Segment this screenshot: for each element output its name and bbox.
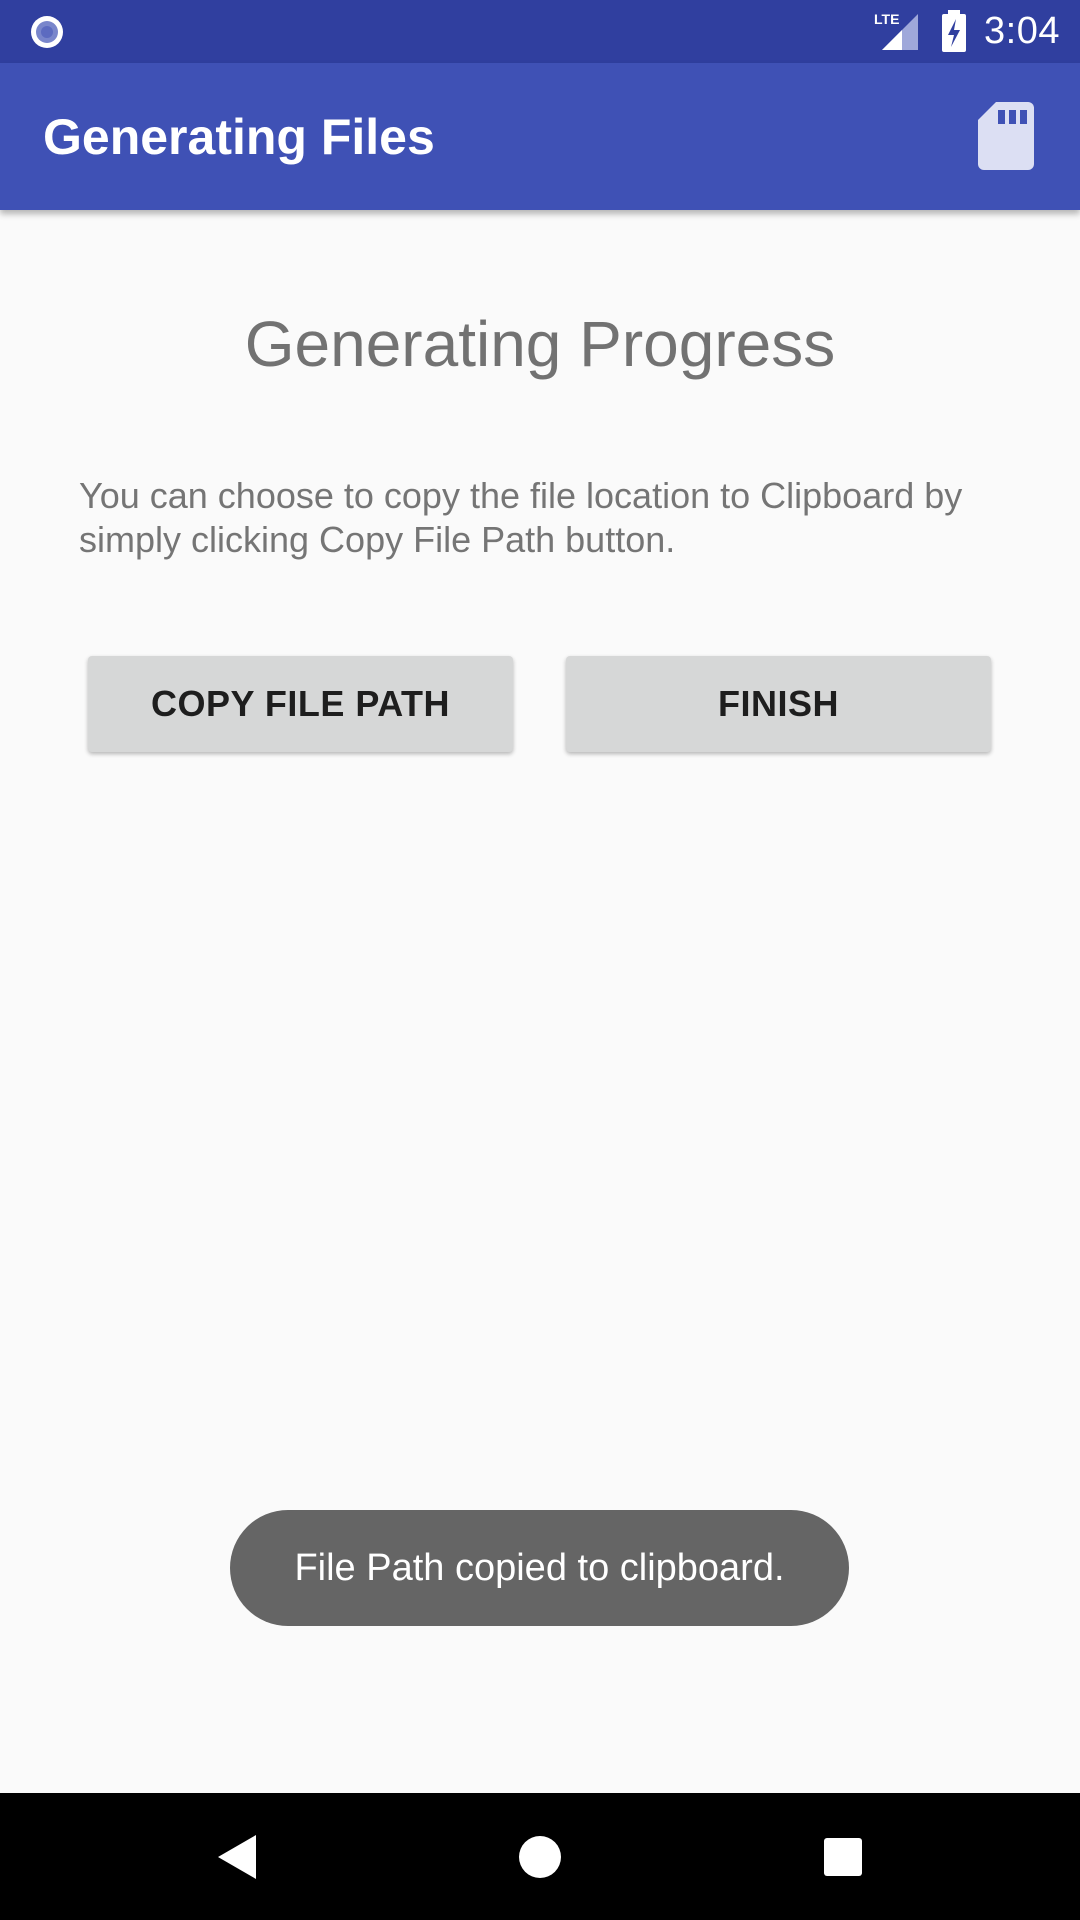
sd-card-icon[interactable] (976, 100, 1036, 172)
copy-file-path-button[interactable]: COPY FILE PATH (88, 656, 513, 752)
lte-signal-icon: LTE (874, 11, 918, 50)
toast-message: File Path copied to clipboard. (230, 1510, 849, 1626)
page-title: Generating Progress (244, 308, 836, 380)
app-bar: Generating Files (0, 63, 1080, 210)
recents-icon[interactable] (823, 1837, 863, 1877)
description-text: You can choose to copy the file location… (79, 475, 963, 560)
status-bar: LTE 3:04 (0, 0, 1080, 63)
finish-button[interactable]: FINISH (566, 656, 991, 752)
navigation-bar (0, 1793, 1080, 1920)
back-icon[interactable] (214, 1833, 260, 1881)
battery-charging-icon (942, 10, 966, 52)
app-title: Generating Files (43, 109, 435, 165)
notification-circle-icon (31, 16, 63, 48)
status-time: 3:04 (984, 10, 1060, 52)
svg-text:LTE: LTE (874, 11, 899, 27)
toast-text: File Path copied to clipboard. (294, 1546, 785, 1589)
home-icon[interactable] (518, 1835, 562, 1879)
